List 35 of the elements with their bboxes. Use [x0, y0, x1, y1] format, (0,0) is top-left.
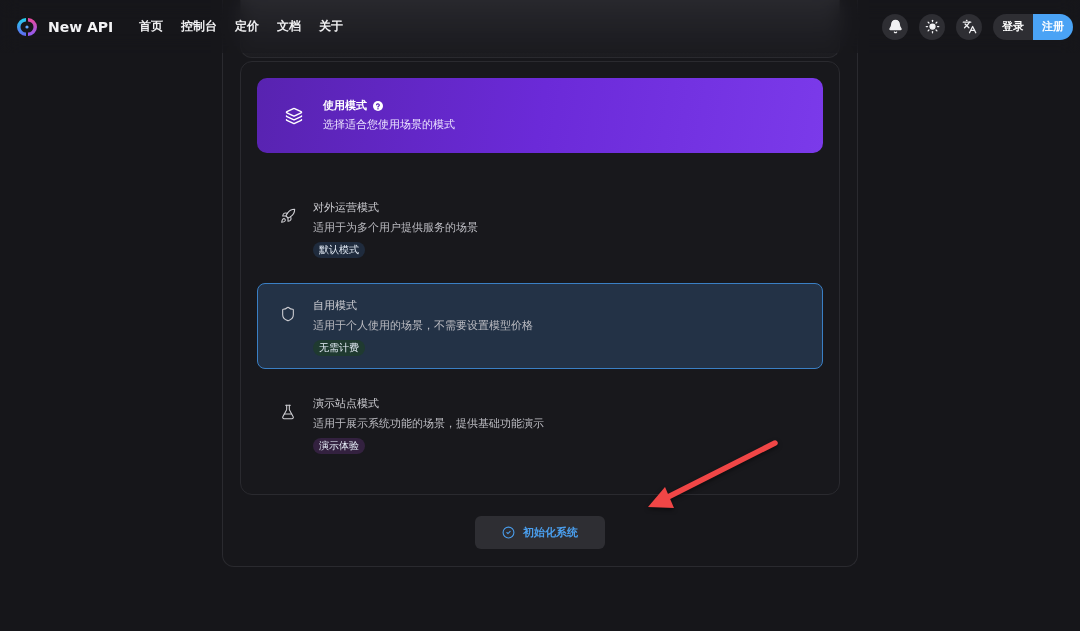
- translate-button[interactable]: [956, 13, 982, 40]
- flask-icon: [280, 404, 296, 420]
- mode-title: 自用模式: [313, 298, 357, 314]
- logo-icon: [17, 16, 37, 37]
- translate-icon: [961, 19, 977, 34]
- mode-tag: 演示体验: [313, 438, 365, 454]
- nav-link[interactable]: 关于: [319, 18, 344, 35]
- bell-icon: [887, 19, 903, 34]
- layers-icon: [285, 106, 303, 125]
- sun-button[interactable]: [919, 13, 945, 40]
- mode-option[interactable]: 对外运营模式 适用于为多个用户提供服务的场景 默认模式: [257, 185, 823, 271]
- check-circle-icon: [502, 526, 515, 539]
- section-subtitle: 选择适合您使用场景的模式: [323, 117, 455, 133]
- shield-icon: [280, 306, 296, 322]
- mode-title: 演示站点模式: [313, 396, 379, 412]
- help-icon[interactable]: [373, 101, 383, 111]
- nav-link[interactable]: 控制台: [181, 18, 218, 35]
- mode-description: 适用于个人使用的场景，不需要设置模型价格: [313, 318, 533, 334]
- section-title: 使用模式: [323, 98, 367, 114]
- nav-link[interactable]: 定价: [235, 18, 260, 35]
- initialize-button[interactable]: 初始化系统: [475, 516, 605, 549]
- nav-link[interactable]: 首页: [139, 18, 164, 35]
- rocket-icon: [280, 208, 296, 224]
- mode-option[interactable]: 演示站点模式 适用于展示系统功能的场景，提供基础功能演示 演示体验: [257, 381, 823, 467]
- mode-description: 适用于展示系统功能的场景，提供基础功能演示: [313, 416, 544, 432]
- nav-link[interactable]: 文档: [277, 18, 302, 35]
- mode-tag: 默认模式: [313, 242, 365, 258]
- mode-title: 对外运营模式: [313, 200, 379, 216]
- login-button[interactable]: 登录: [993, 13, 1033, 40]
- sun-icon: [924, 19, 940, 34]
- brand-name: New API: [48, 18, 114, 35]
- mode-tag: 无需计费: [313, 340, 365, 356]
- mode-option[interactable]: 自用模式 适用于个人使用的场景，不需要设置模型价格 无需计费: [257, 283, 823, 369]
- bell-button[interactable]: [882, 13, 908, 40]
- mode-description: 适用于为多个用户提供服务的场景: [313, 220, 478, 236]
